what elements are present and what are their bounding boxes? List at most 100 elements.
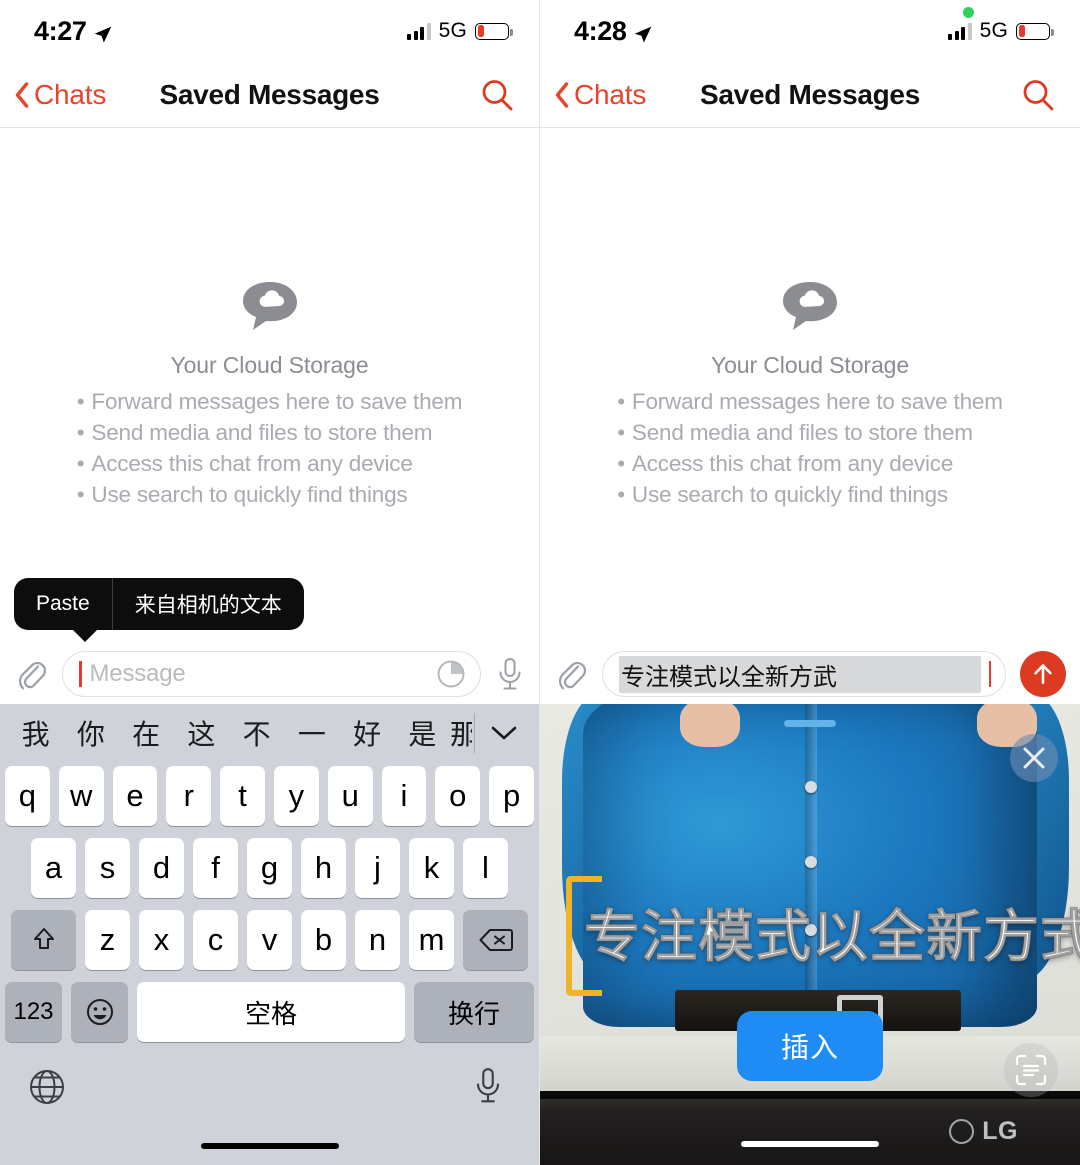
back-button[interactable]: Chats (14, 79, 106, 111)
key-i[interactable]: i (381, 766, 427, 826)
key-j[interactable]: j (355, 838, 400, 898)
dictation-mic-icon[interactable] (471, 1066, 513, 1108)
status-time-group: 4:28 (574, 16, 653, 47)
key-x[interactable]: x (139, 910, 184, 970)
location-arrow-icon (633, 21, 653, 43)
message-composer-bar: Message (0, 644, 539, 704)
status-bar: 4:28 5G (540, 0, 1080, 62)
key-q[interactable]: q (5, 766, 50, 826)
location-arrow-icon (93, 21, 113, 43)
sticker-icon[interactable] (436, 659, 466, 689)
network-type-label: 5G (979, 19, 1008, 42)
key-k[interactable]: k (409, 838, 454, 898)
message-input-value: 专注模式以全新方武 (619, 655, 981, 693)
paperclip-icon[interactable] (14, 657, 48, 691)
back-button[interactable]: Chats (554, 79, 646, 111)
suggestion-item[interactable]: 这 (174, 713, 229, 753)
empty-state-bullets: • Forward messages here to save them • Sen… (617, 389, 1003, 508)
list-item-label: Forward messages here to save them (631, 389, 1003, 414)
numeric-key[interactable]: 123 (5, 982, 62, 1042)
monitor-brand-label: LG (982, 1117, 1018, 1146)
menu-item-text-from-camera[interactable]: 来自相机的文本 (111, 578, 304, 630)
key-m[interactable]: m (409, 910, 454, 970)
send-arrow-up-icon (1034, 664, 1052, 684)
key-h[interactable]: h (301, 838, 346, 898)
key-z[interactable]: z (85, 910, 130, 970)
suggestion-item[interactable]: 我 (8, 713, 63, 753)
list-item: • Access this chat from any device (77, 451, 463, 477)
key-s[interactable]: s (85, 838, 130, 898)
suggestion-item-truncated[interactable]: 那 (450, 713, 472, 753)
home-indicator[interactable] (741, 1141, 879, 1147)
cellular-bars-icon (407, 22, 431, 40)
globe-icon[interactable] (26, 1066, 68, 1108)
cellular-bars-icon (948, 22, 972, 40)
key-w[interactable]: w (58, 766, 104, 826)
search-icon[interactable] (1020, 77, 1056, 113)
suggestion-item[interactable]: 不 (229, 713, 284, 753)
search-icon[interactable] (479, 77, 515, 113)
suggestion-item[interactable]: 好 (340, 713, 395, 753)
close-x-icon[interactable] (1010, 734, 1058, 782)
key-b[interactable]: b (301, 910, 346, 970)
drag-grabber[interactable] (784, 720, 836, 727)
keyboard-bottom-bar (0, 1054, 539, 1165)
list-item-label: Use search to quickly find things (91, 482, 408, 507)
onscreen-keyboard: 我 你 在 这 不 一 好 是 那 q w e r t y (0, 704, 539, 1165)
key-a[interactable]: a (31, 838, 76, 898)
list-item-label: Access this chat from any device (631, 451, 954, 476)
microphone-icon[interactable] (495, 656, 525, 692)
key-n[interactable]: n (355, 910, 400, 970)
dual-screenshot-comparison: 4:27 5G Chats Saved Messages Your Cloud … (0, 0, 1080, 1165)
key-p[interactable]: p (489, 766, 534, 826)
bullet-mark: • (617, 482, 625, 507)
key-o[interactable]: o (435, 766, 481, 826)
list-item: • Send media and files to store them (617, 420, 1003, 446)
text-scan-icon[interactable] (1004, 1043, 1058, 1097)
message-input[interactable]: 专注模式以全新方武 (602, 651, 1006, 697)
key-r[interactable]: r (166, 766, 212, 826)
message-input-placeholder: Message (89, 660, 186, 687)
shift-key[interactable] (11, 910, 76, 970)
status-indicators: 5G (948, 19, 1054, 43)
menu-pointer-tail (72, 629, 98, 642)
insert-button[interactable]: 插入 (736, 1011, 884, 1081)
suggestion-item[interactable]: 在 (119, 713, 174, 753)
key-v[interactable]: v (247, 910, 292, 970)
bullet-mark: • (617, 389, 625, 414)
status-time-group: 4:27 (34, 16, 113, 47)
keyboard-row-2: a s d f g h j k l (0, 838, 539, 898)
menu-item-paste[interactable]: Paste (14, 578, 112, 630)
return-key[interactable]: 换行 (414, 982, 534, 1042)
message-input[interactable]: Message (62, 651, 481, 697)
emoji-smiley-icon[interactable] (71, 982, 128, 1042)
key-d[interactable]: d (139, 838, 184, 898)
suggestion-item[interactable]: 一 (284, 713, 339, 753)
chevron-down-icon[interactable] (477, 724, 531, 742)
empty-state: Your Cloud Storage • Forward messages her… (0, 128, 539, 508)
list-item-label: Send media and files to store them (91, 420, 433, 445)
message-input-value-wrap: 专注模式以全新方武 (619, 655, 981, 693)
suggestion-item[interactable]: 你 (63, 713, 118, 753)
status-bar: 4:27 5G (0, 0, 539, 62)
home-indicator[interactable] (200, 1143, 339, 1149)
paperclip-icon[interactable] (554, 657, 588, 691)
key-g[interactable]: g (247, 838, 292, 898)
send-button[interactable] (1020, 651, 1066, 697)
key-e[interactable]: e (112, 766, 158, 826)
key-y[interactable]: y (274, 766, 319, 826)
phone-screen-right: 4:28 5G Chats Saved Messages Your Cloud … (540, 0, 1080, 1165)
suggestion-item[interactable]: 是 (395, 713, 450, 753)
space-key[interactable]: 空格 (137, 982, 405, 1042)
key-t[interactable]: t (220, 766, 265, 826)
camera-subject-shirt (583, 704, 1037, 1027)
backspace-key[interactable] (463, 910, 528, 970)
status-time: 4:27 (34, 15, 87, 46)
live-text-camera-panel: LG 专注模式以全新方式 插入 (540, 704, 1080, 1165)
key-f[interactable]: f (193, 838, 238, 898)
key-c[interactable]: c (193, 910, 238, 970)
monitor-brand-logo: LG (949, 1117, 1018, 1146)
key-l[interactable]: l (463, 838, 508, 898)
key-u[interactable]: u (327, 766, 373, 826)
list-item-label: Send media and files to store them (631, 420, 973, 445)
